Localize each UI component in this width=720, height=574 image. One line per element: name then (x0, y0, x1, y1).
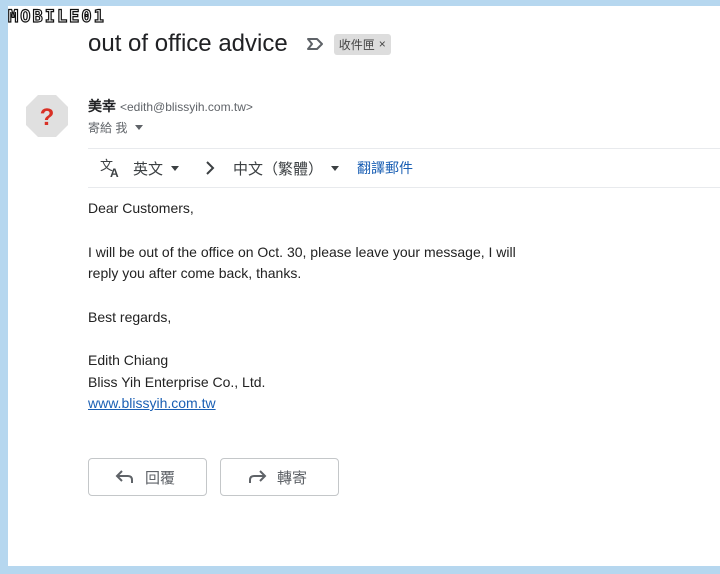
svg-text:A: A (110, 166, 119, 178)
unknown-sender-icon: ? (26, 95, 68, 137)
logo-text: MOBILE01 (7, 6, 106, 27)
translate-icon: 文 A (100, 159, 119, 178)
chevron-right-icon (206, 161, 215, 175)
reply-icon (115, 470, 133, 483)
sender-name: 美幸 (88, 98, 116, 114)
source-language: 英文 (133, 160, 164, 178)
reply-label: 回覆 (145, 469, 176, 487)
chevron-down-icon[interactable] (135, 125, 144, 130)
label-arrow-icon[interactable] (306, 37, 324, 51)
svg-text:?: ? (40, 104, 55, 131)
source-language-select[interactable]: 英文 (133, 158, 180, 179)
forward-label: 轉寄 (277, 469, 308, 487)
label-chip-text: 收件匣 (338, 37, 375, 52)
sender: 美幸 <edith@blissyih.com.tw> (88, 96, 253, 116)
target-language-select[interactable]: 中文（繁體） (233, 158, 340, 179)
subject-row: out of office advice 收件匣 × (88, 30, 391, 58)
recipient-dropdown[interactable]: 寄給 我 (88, 119, 144, 136)
sender-email: <edith@blissyih.com.tw> (120, 100, 253, 114)
translate-bar: 文 A 英文 中文（繁體） 翻譯郵件 (88, 148, 720, 188)
email-subject: out of office advice (88, 30, 288, 57)
closing: Best regards, (88, 308, 172, 325)
chevron-down-icon (331, 165, 340, 171)
target-language: 中文（繁體） (233, 160, 324, 178)
close-icon[interactable]: × (379, 37, 386, 51)
forward-icon (249, 470, 267, 483)
signature-name: Edith Chiang (88, 352, 169, 368)
inbox-label-chip[interactable]: 收件匣 × (333, 33, 391, 55)
greeting: Dear Customers, (88, 200, 194, 216)
signature-company: Bliss Yih Enterprise Co., Ltd. (88, 373, 266, 390)
signature-website-link[interactable]: www.blissyih.com.tw (88, 395, 216, 411)
forward-button[interactable]: 轉寄 (220, 458, 339, 496)
mobile01-logo: MOBILE01 (7, 4, 106, 30)
chevron-down-icon (171, 165, 180, 171)
body-line-1: I will be out of the office on Oct. 30, … (88, 243, 516, 260)
body-line-2: reply you after come back, thanks. (88, 265, 302, 281)
translate-message-link[interactable]: 翻譯郵件 (357, 158, 413, 178)
email-body: Dear Customers, I will be out of the off… (88, 198, 516, 415)
recipient-text: 寄給 我 (88, 121, 128, 135)
reply-button[interactable]: 回覆 (88, 458, 207, 496)
